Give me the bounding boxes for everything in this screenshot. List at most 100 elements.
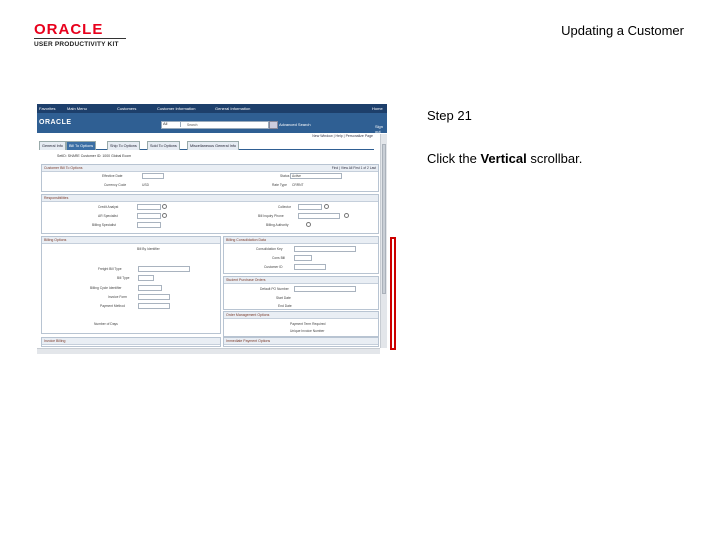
- billing-consolidation-box: Billing Consolidation Data Consolidation…: [223, 236, 379, 274]
- brand-bar: ORACLE All Search Advanced Search Sign o…: [37, 113, 387, 134]
- status-label: Status: [280, 174, 290, 178]
- search-go-button[interactable]: [269, 121, 278, 129]
- order-management-header: Order Management Options: [224, 312, 378, 319]
- immediate-payment-header: Immediate Payment Options: [224, 338, 378, 345]
- effective-date-label: Effective Date: [102, 174, 123, 178]
- immediate-payment-box: Immediate Payment Options: [223, 337, 379, 347]
- number-of-days-label: Number of Days: [94, 322, 118, 326]
- payment-method-input[interactable]: [138, 303, 170, 309]
- invoice-form-input[interactable]: [138, 294, 170, 300]
- search-scope-select[interactable]: All: [161, 121, 181, 127]
- billing-options-box: Billing Options Bill By Identifier Freig…: [41, 236, 221, 334]
- ar-specialist-label: AR Specialist: [98, 214, 118, 218]
- lookup-icon[interactable]: [324, 204, 329, 209]
- tab-ship-to-options[interactable]: Ship To Options: [107, 141, 140, 150]
- start-date-label: Start Date: [276, 296, 291, 300]
- payment-method-label: Payment Method: [100, 304, 125, 308]
- tab-bill-to-options[interactable]: Bill To Options: [66, 141, 97, 150]
- instruction-emphasis: Vertical: [480, 151, 527, 166]
- sign-out-link[interactable]: Sign out: [375, 124, 387, 134]
- unique-invoice-number-label: Unique Invoice Number: [290, 329, 325, 333]
- billing-consolidation-header: Billing Consolidation Data: [224, 237, 378, 244]
- nav-general-information[interactable]: General Information: [215, 106, 250, 111]
- logo-brand: ORACLE: [34, 21, 104, 38]
- oracle-upk-logo: ORACLE USER PRODUCTIVITY KIT: [34, 22, 130, 48]
- nav-main-menu[interactable]: Main Menu: [67, 106, 87, 111]
- tab-misc-general-info[interactable]: Miscellaneous General Info: [187, 141, 240, 150]
- logo-product: USER PRODUCTIVITY KIT: [34, 41, 119, 48]
- search-placeholder: Search: [187, 122, 198, 127]
- billing-options-header: Billing Options: [42, 237, 220, 244]
- advanced-search-link[interactable]: Advanced Search: [279, 122, 311, 127]
- consolidation-key-label: Consolidation Key: [256, 247, 283, 251]
- tab-strip: General Info Bill To Options Ship To Opt…: [39, 140, 374, 150]
- payment-term-required-label: Payment Term Required: [290, 322, 326, 326]
- currency-code-label: Currency Code: [104, 183, 127, 187]
- consolidation-key-input[interactable]: [294, 246, 356, 252]
- lookup-icon[interactable]: [162, 204, 167, 209]
- bill-type-label: Bill Type: [117, 276, 130, 280]
- purchase-orders-header: Student Purchase Orders: [224, 277, 378, 284]
- invoice-billing-box: Invoice Billing: [41, 337, 221, 347]
- default-po-label: Default PO Number: [260, 287, 289, 291]
- nav-customers[interactable]: Customers: [117, 106, 136, 111]
- instruction-suffix: scrollbar.: [526, 151, 583, 166]
- nav-favorites[interactable]: Favorites: [39, 106, 55, 111]
- billing-cycle-input[interactable]: [138, 285, 162, 291]
- bill-by-label: Bill By Identifier: [137, 247, 160, 251]
- end-date-label: End Date: [278, 304, 292, 308]
- top-navigation-bar: Favorites Main Menu Customers Customer I…: [37, 104, 387, 113]
- tab-general-info[interactable]: General Info: [39, 141, 66, 150]
- tab-sold-to-options[interactable]: Sold To Options: [147, 141, 180, 150]
- freight-bill-type-select[interactable]: [138, 266, 190, 272]
- collector-input[interactable]: [298, 204, 322, 210]
- app-brand: ORACLE: [39, 119, 72, 126]
- default-po-input[interactable]: [294, 286, 356, 292]
- rate-type-label: Rate Type: [272, 183, 287, 187]
- application-screenshot: Favorites Main Menu Customers Customer I…: [37, 104, 387, 354]
- customer-header: SetID: SHARE Customer ID: 1000 Global Ec…: [57, 154, 132, 158]
- freight-bill-type-label: Freight Bill Type: [98, 267, 122, 271]
- nav-home[interactable]: Home: [372, 106, 383, 111]
- lookup-icon[interactable]: [162, 213, 167, 218]
- effective-date-input[interactable]: [142, 173, 164, 179]
- step-instruction: Click the Vertical scrollbar.: [427, 151, 582, 166]
- bill-type-input[interactable]: [138, 275, 154, 281]
- order-management-box: Order Management Options Payment Term Re…: [223, 311, 379, 337]
- credit-analyst-input[interactable]: [137, 204, 161, 210]
- vertical-scrollbar[interactable]: [380, 134, 387, 348]
- find-navigation[interactable]: Find | View All First 1 of 2 Last: [332, 166, 376, 170]
- nav-customer-information[interactable]: Customer Information: [157, 106, 195, 111]
- cons-bill-label: Cons Bill: [272, 256, 286, 260]
- status-value: Active: [292, 174, 301, 178]
- collector-label: Collector: [278, 205, 292, 209]
- billing-authority-label: Billing Authority: [266, 223, 289, 227]
- rate-type-value: CRRNT: [292, 183, 304, 187]
- vertical-scrollbar-highlight[interactable]: [390, 237, 396, 350]
- billing-specialist-label: Billing Specialist: [92, 223, 116, 227]
- cons-bill-input[interactable]: [294, 255, 312, 261]
- ar-specialist-input[interactable]: [137, 213, 161, 219]
- logo-rule: [34, 38, 126, 39]
- bill-inquiry-input[interactable]: [298, 213, 340, 219]
- page-title: Updating a Customer: [561, 23, 684, 38]
- horizontal-scrollbar[interactable]: [37, 348, 380, 354]
- customer-id-label: Customer ID: [264, 265, 283, 269]
- step-label: Step 21: [427, 108, 472, 123]
- bill-to-options-header: Customer Bill To Options: [42, 165, 378, 172]
- invoice-billing-header: Invoice Billing: [42, 338, 220, 345]
- page-links[interactable]: New Window | Help | Personalize Page: [312, 134, 373, 138]
- responsibilities-box: Responsibilities Credit Analyst Collecto…: [41, 194, 379, 234]
- lookup-icon[interactable]: [306, 222, 311, 227]
- bill-to-options-box: Customer Bill To Options Find | View All…: [41, 164, 379, 192]
- customer-id-input[interactable]: [294, 264, 326, 270]
- billing-specialist-input[interactable]: [137, 222, 161, 228]
- vertical-scrollbar-thumb[interactable]: [382, 144, 386, 294]
- bill-inquiry-label: Bill Inquiry Phone: [258, 214, 284, 218]
- lookup-icon[interactable]: [344, 213, 349, 218]
- instruction-prefix: Click the: [427, 151, 481, 166]
- billing-cycle-label: Billing Cycle Identifier: [90, 286, 122, 290]
- purchase-orders-box: Student Purchase Orders Default PO Numbe…: [223, 276, 379, 310]
- credit-analyst-label: Credit Analyst: [98, 205, 119, 209]
- responsibilities-header: Responsibilities: [42, 195, 378, 202]
